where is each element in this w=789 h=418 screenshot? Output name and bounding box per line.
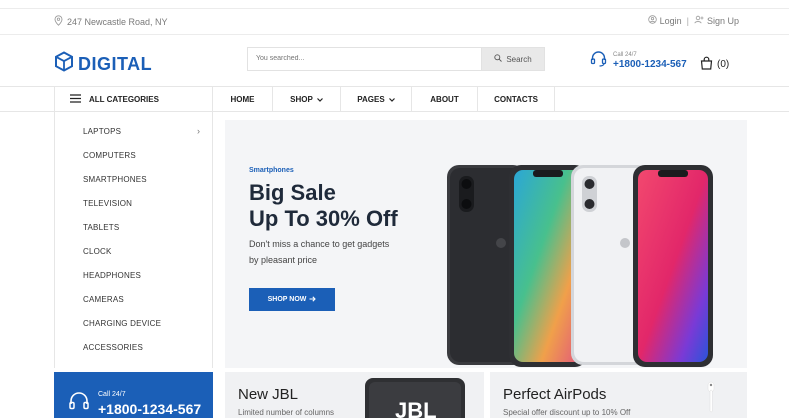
auth-links: Login | Sign Up [647,15,739,26]
location-pin-icon [54,15,63,28]
user-icon [647,15,657,26]
chevron-down-icon [388,95,395,104]
category-clock[interactable]: CLOCK [83,247,112,256]
hero-description-line2: by pleasant price [249,255,318,265]
shopping-bag-icon [700,56,713,73]
category-headphones[interactable]: HEADPHONES [83,271,141,280]
shop-now-button[interactable]: SHOP NOW [249,288,335,311]
smartphones-image [447,165,713,367]
category-smartphones[interactable]: SMARTPHONES [83,175,147,184]
signup-link[interactable]: Sign Up [707,16,739,26]
promo-card-jbl[interactable]: New JBL Limited number of columns JBL [225,372,484,418]
nav-item-label: HOME [230,95,255,104]
headset-icon [590,50,607,72]
all-categories-button[interactable]: ALL CATEGORIES [54,87,213,112]
header: DIGITAL Search Call 24/7 +1800-1234-567 … [0,35,789,86]
main-nav: ALL CATEGORIES HOME SHOP PAGES ABOUT CON… [0,86,789,112]
login-link[interactable]: Login [660,16,682,26]
category-computers[interactable]: COMPUTERS [83,151,136,160]
cart-count: (0) [717,59,730,70]
nav-item-label: PAGES [357,95,385,104]
search-bar: Search [247,47,545,71]
add-user-icon [694,15,704,26]
address: 247 Newcastle Road, NY [54,15,168,28]
hero-description: Don't miss a chance to get gadgets [249,239,390,249]
jbl-speaker-image: JBL [365,378,465,418]
cube-logo-icon [54,51,74,77]
search-button-label: Search [506,54,532,64]
hero-banner: Smartphones Big Sale Up To 30% Off Don't… [225,120,747,368]
nav-item-shop[interactable]: SHOP [273,87,341,112]
nav-item-pages[interactable]: PAGES [341,87,412,112]
promo-title: New JBL [238,386,299,403]
all-categories-label: ALL CATEGORIES [89,95,159,104]
jbl-logo-text: JBL [395,398,437,418]
category-tablets[interactable]: TABLETS [83,223,119,232]
search-input[interactable] [248,48,481,70]
nav-item-home[interactable]: HOME [213,87,273,112]
search-button[interactable]: Search [481,48,544,70]
auth-separator: | [686,15,689,26]
nav-item-about[interactable]: ABOUT [412,87,478,112]
call-box: Call 24/7 +1800-1234-567 [54,372,213,418]
category-television[interactable]: TELEVISION [83,199,132,208]
airpods-image [707,381,715,413]
logo[interactable]: DIGITAL [54,51,152,77]
call-label: Call 24/7 [613,52,637,59]
category-cameras[interactable]: CAMERAS [83,295,124,304]
hamburger-icon [70,94,81,105]
chevron-down-icon [316,95,323,104]
hero-kicker: Smartphones [249,167,294,174]
arrow-right-icon [309,295,317,304]
promo-subtitle: Limited number of columns [238,408,335,417]
headset-icon [68,391,90,418]
nav-menu: HOME SHOP PAGES ABOUT CONTACTS [213,87,555,112]
logo-text: DIGITAL [78,53,153,74]
category-accessories[interactable]: ACCESSORIES [83,343,143,352]
promo-card-airpods[interactable]: Perfect AirPods Special offer discount u… [490,372,747,418]
nav-item-label: CONTACTS [494,95,538,104]
address-text: 247 Newcastle Road, NY [67,16,168,27]
search-icon [494,54,503,64]
category-laptops[interactable]: LAPTOPS [83,127,121,136]
nav-item-label: SHOP [290,95,313,104]
hero-title: Big Sale [249,180,336,205]
callbox-label: Call 24/7 [98,391,126,398]
top-bar: 247 Newcastle Road, NY Login | Sign Up [0,8,789,35]
call-number[interactable]: +1800-1234-567 [613,59,687,70]
callbox-number[interactable]: +1800-1234-567 [98,401,201,417]
promo-title: Perfect AirPods [503,386,607,403]
category-sidebar: LAPTOPS › COMPUTERS SMARTPHONES TELEVISI… [54,112,213,368]
nav-item-contacts[interactable]: CONTACTS [478,87,555,112]
cart-button[interactable]: (0) [700,56,729,73]
hero-title-line2: Up To 30% Off [249,206,398,231]
header-call: Call 24/7 +1800-1234-567 [590,50,687,72]
category-charging-device[interactable]: CHARGING DEVICE [83,319,161,328]
shop-now-label: SHOP NOW [267,296,307,303]
nav-item-label: ABOUT [430,95,459,104]
chevron-right-icon: › [197,126,200,136]
promo-subtitle: Special offer discount up to 10% Off [503,408,631,417]
